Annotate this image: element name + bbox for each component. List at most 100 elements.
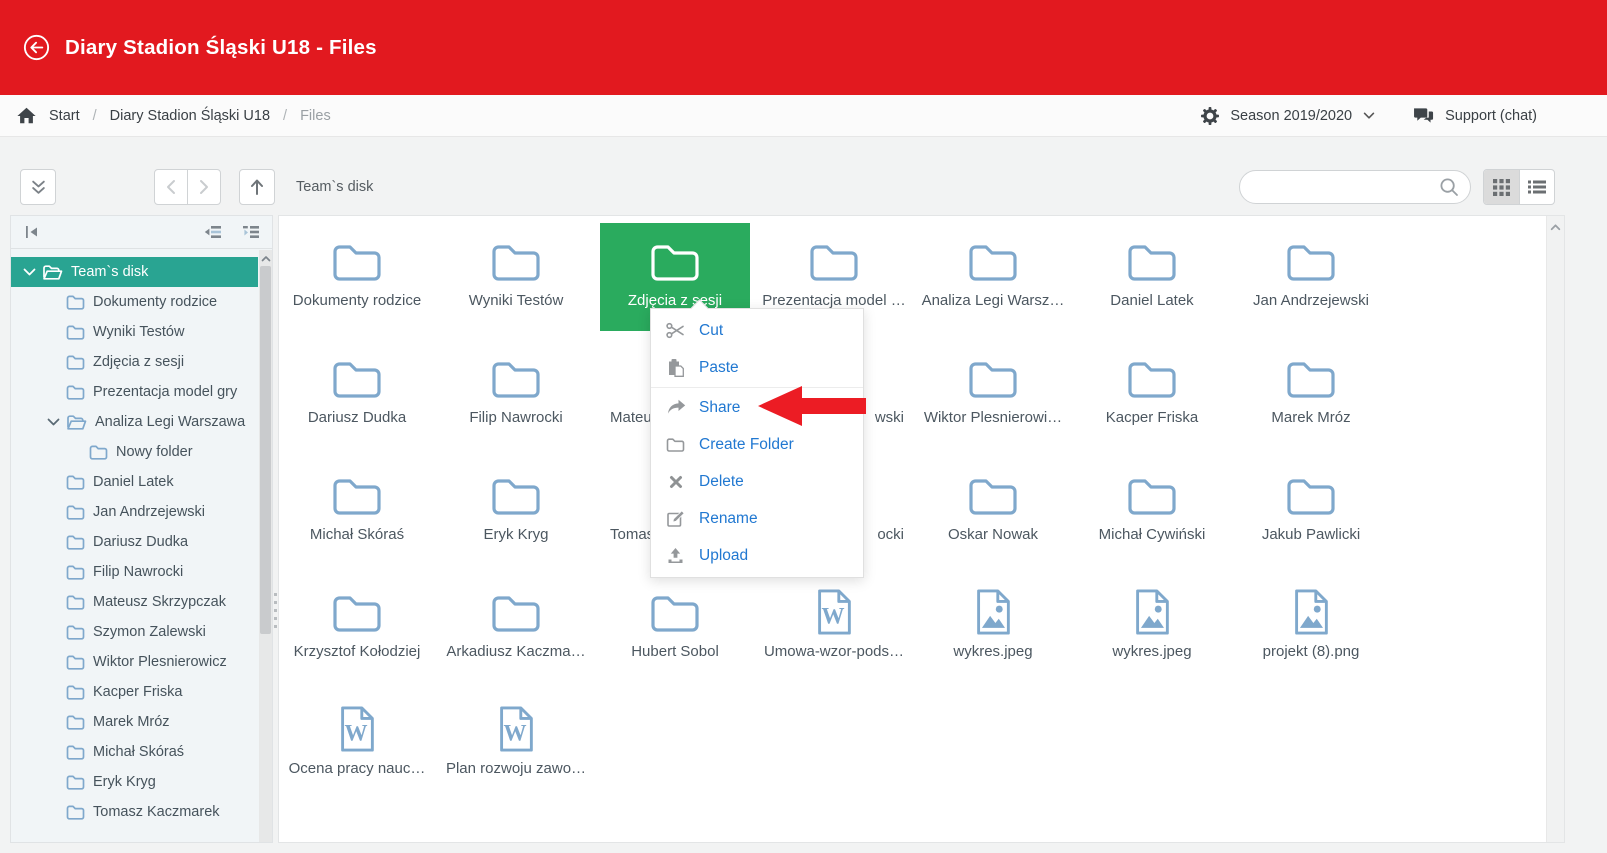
back-nav-button[interactable]: [154, 169, 188, 205]
menu-item-label: Cut: [699, 322, 723, 340]
sidebar-tree-item[interactable]: Nowy folder: [11, 437, 258, 467]
context-menu-item-upload[interactable]: Upload: [651, 537, 863, 574]
sidebar-tree-item[interactable]: Jan Andrzejewski: [11, 497, 258, 527]
back-icon[interactable]: [23, 34, 50, 61]
share-icon: [665, 399, 686, 416]
tree-item-label: Daniel Latek: [93, 474, 174, 490]
grid-file-tile[interactable]: wykres.jpeg: [918, 574, 1068, 682]
grid-folder-tile[interactable]: Analiza Legi Warsz…: [918, 223, 1068, 331]
folder-icon: [66, 774, 85, 791]
sidebar-scrollbar[interactable]: [259, 250, 272, 842]
main-scrollbar[interactable]: [1546, 216, 1564, 842]
grid-folder-tile[interactable]: Eryk Kryg: [441, 457, 591, 565]
image-file-icon: [1132, 588, 1172, 636]
chevron-down-icon[interactable]: [47, 418, 61, 427]
list-view-button[interactable]: [1519, 170, 1554, 204]
file-grid-panel: Dokumenty rodziceWyniki TestówZdjęcia z …: [278, 215, 1565, 843]
sidebar-tree-item[interactable]: Daniel Latek: [11, 467, 258, 497]
word-file-icon: W: [337, 705, 377, 753]
sidebar-tree-item[interactable]: Eryk Kryg: [11, 767, 258, 797]
grid-file-tile[interactable]: WOcena pracy nauc…: [282, 691, 432, 799]
season-selector[interactable]: Season 2019/2020: [1201, 107, 1375, 125]
grid-folder-tile[interactable]: Arkadiusz Kaczma…: [441, 574, 591, 682]
context-menu-item-create-folder[interactable]: Create Folder: [651, 426, 863, 463]
context-menu-item-delete[interactable]: Delete: [651, 463, 863, 500]
tree-item-label: Team`s disk: [71, 264, 148, 280]
tile-label: Arkadiusz Kaczma…: [441, 643, 591, 660]
folder-open-icon: [66, 414, 87, 431]
sidebar-tree-item[interactable]: Dokumenty rodzice: [11, 287, 258, 317]
sidebar-tree: Team`s disk Dokumenty rodziceWyniki Testó…: [11, 250, 258, 842]
grid-folder-tile[interactable]: Kacper Friska: [1077, 340, 1227, 448]
grid-folder-tile[interactable]: Hubert Sobol: [600, 574, 750, 682]
search-icon[interactable]: [1439, 177, 1459, 197]
grid-folder-tile[interactable]: Michał Cywiński: [1077, 457, 1227, 565]
breadcrumb-item-team[interactable]: Diary Stadion Śląski U18: [110, 108, 270, 124]
sidebar-tree-item[interactable]: Michał Skóraś: [11, 737, 258, 767]
breadcrumb-item-start[interactable]: Start: [49, 108, 80, 124]
sidebar-tree-item[interactable]: Filip Nawrocki: [11, 557, 258, 587]
sidebar-tree-item[interactable]: Wiktor Plesnierowicz: [11, 647, 258, 677]
chevron-down-icon[interactable]: [23, 268, 37, 277]
home-icon[interactable]: [17, 107, 36, 124]
tree-item-label: Prezentacja model gry: [93, 384, 237, 400]
sidebar-tree-item[interactable]: Analiza Legi Warszawa: [11, 407, 258, 437]
tile-label: Oskar Nowak: [918, 526, 1068, 543]
collapse-all-tree-icon[interactable]: [204, 225, 221, 239]
scrollbar-thumb[interactable]: [260, 266, 271, 634]
grid-folder-tile[interactable]: Krzysztof Kołodziej: [282, 574, 432, 682]
tree-item-label: Wiktor Plesnierowicz: [93, 654, 227, 670]
sidebar-tree-item[interactable]: Team`s disk: [11, 257, 258, 287]
context-menu-item-paste[interactable]: Paste: [651, 349, 863, 386]
grid-folder-tile[interactable]: Jakub Pawlicki: [1236, 457, 1386, 565]
context-menu-items: Cut Paste Share Create FolderDeleteRenameUp…: [651, 312, 863, 574]
folder-icon: [490, 237, 542, 285]
grid-folder-tile[interactable]: Michał Skóraś: [282, 457, 432, 565]
context-menu-item-cut[interactable]: Cut: [651, 312, 863, 349]
grid-file-tile[interactable]: wykres.jpeg: [1077, 574, 1227, 682]
forward-nav-button[interactable]: [187, 169, 221, 205]
collapse-toolbar-button[interactable]: [20, 169, 56, 205]
grid-folder-tile[interactable]: Jan Andrzejewski: [1236, 223, 1386, 331]
sidebar-tree-item[interactable]: Wyniki Testów: [11, 317, 258, 347]
sidebar-tree-item[interactable]: Marek Mróz: [11, 707, 258, 737]
context-menu: Cut Paste Share Create FolderDeleteRenameUp…: [650, 308, 864, 578]
grid-folder-tile[interactable]: Dariusz Dudka: [282, 340, 432, 448]
support-chat-link[interactable]: Support (chat): [1413, 107, 1537, 124]
word-file-icon: W: [814, 588, 854, 636]
sidebar-tree-item[interactable]: Kacper Friska: [11, 677, 258, 707]
gear-icon: [1201, 107, 1219, 125]
expand-all-tree-icon[interactable]: [242, 225, 259, 239]
grid-folder-tile[interactable]: Dokumenty rodzice: [282, 223, 432, 331]
sidebar-tree-item[interactable]: Prezentacja model gry: [11, 377, 258, 407]
sidebar-tree-item[interactable]: Szymon Zalewski: [11, 617, 258, 647]
search-input[interactable]: [1256, 177, 1439, 197]
collapse-panel-icon[interactable]: [24, 225, 40, 239]
grid-view-button[interactable]: [1484, 170, 1519, 204]
grid-folder-tile[interactable]: Wyniki Testów: [441, 223, 591, 331]
grid-folder-tile[interactable]: Marek Mróz: [1236, 340, 1386, 448]
grid-folder-tile[interactable]: Filip Nawrocki: [441, 340, 591, 448]
sidebar-tree-item[interactable]: Dariusz Dudka: [11, 527, 258, 557]
grid-folder-tile[interactable]: Wiktor Plesnierowi…: [918, 340, 1068, 448]
sidebar-tree-item[interactable]: Zdjęcia z sesji: [11, 347, 258, 377]
tree-item-label: Michał Skóraś: [93, 744, 184, 760]
grid-file-tile[interactable]: projekt (8).png: [1236, 574, 1386, 682]
sidebar-tree-item[interactable]: Tomasz Kaczmarek: [11, 797, 258, 827]
grid-file-tile[interactable]: WUmowa-wzor-pods…: [759, 574, 909, 682]
folder-icon: [331, 237, 383, 285]
sidebar-tree-item[interactable]: Mateusz Skrzypczak: [11, 587, 258, 617]
folder-icon: [1126, 237, 1178, 285]
context-menu-item-rename[interactable]: Rename: [651, 500, 863, 537]
up-directory-button[interactable]: [239, 169, 275, 205]
folder-icon: [66, 504, 85, 521]
scroll-up-icon[interactable]: [1550, 223, 1561, 842]
app-root: { "header": { "title": "Diary Stadion Śl…: [0, 0, 1607, 853]
folder-icon: [649, 588, 701, 636]
tile-label: wykres.jpeg: [1077, 643, 1227, 660]
grid-folder-tile[interactable]: Oskar Nowak: [918, 457, 1068, 565]
scroll-up-icon[interactable]: [259, 250, 272, 266]
grid-file-tile[interactable]: WPlan rozwoju zawo…: [441, 691, 591, 799]
menu-item-label: Share: [699, 399, 740, 417]
grid-folder-tile[interactable]: Daniel Latek: [1077, 223, 1227, 331]
